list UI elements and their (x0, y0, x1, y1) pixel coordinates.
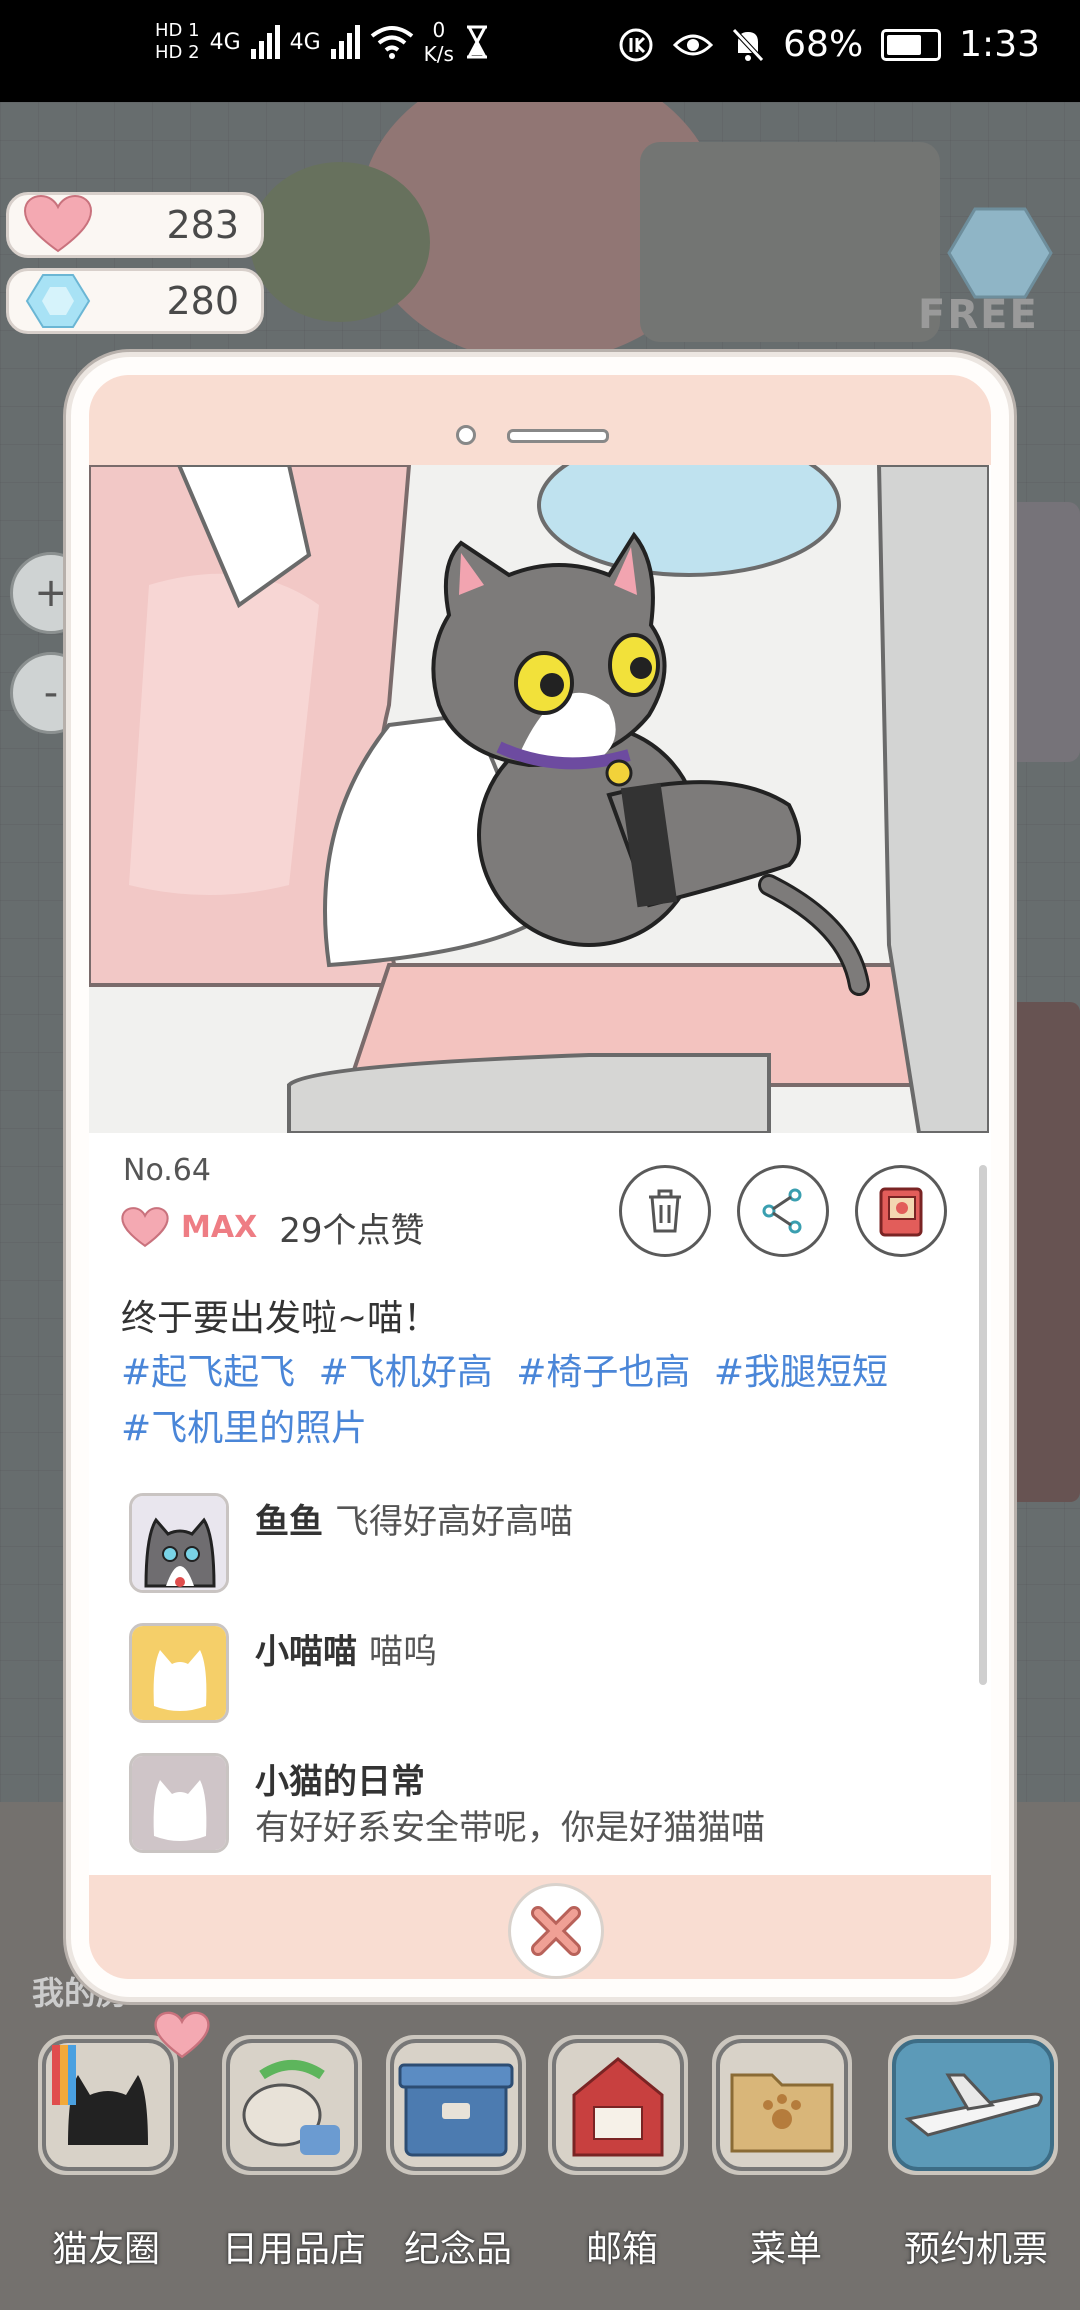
net1-label: 4G (209, 29, 241, 55)
tag-link[interactable]: #飞机里的照片 (121, 1408, 367, 1449)
album-button[interactable] (855, 1165, 947, 1257)
gems-value: 280 (166, 279, 239, 323)
heart-icon (23, 195, 93, 253)
signal-icon (250, 25, 280, 59)
like-level: MAX (181, 1210, 258, 1245)
dock-label-cat-friends[interactable]: 猫友圈 (52, 2220, 160, 2272)
system-indicators: 68% 1:33 (617, 24, 1040, 65)
comment-body: 飞得好高好高喵 (335, 1502, 573, 1542)
menu-folder-icon (716, 2039, 848, 2171)
share-button[interactable] (737, 1165, 829, 1257)
battery-icon (881, 28, 942, 61)
free-label[interactable]: FREE (918, 292, 1039, 338)
close-button[interactable] (508, 1883, 604, 1979)
post-number: No.64 (123, 1153, 211, 1188)
net-speed-value: 0 (432, 18, 446, 42)
dock-airplane[interactable] (888, 2035, 1058, 2175)
phone-top-bezel (89, 375, 991, 465)
post-tags: #起飞起飞 #飞机好高 #椅子也高 #我腿短短 #飞机里的照片 (121, 1345, 941, 1457)
net2-label: 4G (289, 29, 321, 55)
mailbox-icon (552, 2039, 684, 2171)
camera-dot (456, 425, 476, 445)
hearts-counter: 283 (6, 192, 264, 258)
likes-row: MAX 29个点赞 (121, 1203, 424, 1252)
sim-indicators: HD 1 HD 2 (155, 20, 200, 64)
post-popup: No.64 MAX 29个点赞 终于要出发啦~喵！ #起飞起飞 #飞机好高 #椅… (66, 352, 1014, 2002)
close-icon (531, 1906, 581, 1956)
dock-label-menu[interactable]: 菜单 (750, 2220, 822, 2272)
battery-percent: 68% (783, 24, 864, 65)
eye-comfort-icon (673, 34, 714, 55)
new-post-heart-icon (154, 2011, 210, 2059)
gem-icon (25, 274, 91, 328)
like-heart-icon[interactable] (121, 1206, 169, 1249)
comment-author: 鱼鱼 (255, 1502, 323, 1542)
post-screen[interactable]: No.64 MAX 29个点赞 终于要出发啦~喵！ #起飞起飞 #飞机好高 #椅… (89, 465, 991, 1875)
hourglass-icon (466, 25, 487, 59)
trash-icon (649, 1189, 681, 1233)
avatar (129, 1753, 229, 1853)
net-speed: 0 K/s (424, 18, 454, 66)
tag-link[interactable]: #飞机好高 (319, 1352, 493, 1393)
scrollbar[interactable] (979, 1165, 987, 1685)
dock-souvenir[interactable] (386, 2035, 526, 2175)
gems-counter: 280 (6, 268, 264, 334)
status-bar: HD 1 HD 2 4G 4G 0 K/s 68% 1:33 (0, 0, 1080, 102)
sim2-label: HD 2 (155, 42, 200, 63)
dock-label-shop[interactable]: 日用品店 (222, 2220, 366, 2272)
comment-text: 鱼鱼 飞得好高好高喵 (255, 1499, 573, 1545)
share-icon (762, 1188, 802, 1234)
airplane-icon (892, 2039, 1054, 2171)
souvenir-box-icon (390, 2039, 522, 2171)
mute-bell-icon (732, 27, 764, 62)
avatar (129, 1493, 229, 1593)
dock-menu[interactable] (712, 2035, 852, 2175)
post-caption: 终于要出发啦~喵！ (121, 1298, 440, 1339)
comment-item: 小猫的日常 有好好系安全带呢，你是好猫猫喵 (129, 1753, 765, 1853)
free-gem-icon[interactable] (945, 205, 1055, 301)
signal-icon-2 (330, 25, 360, 59)
wifi-icon (370, 26, 413, 59)
net-speed-unit: K/s (423, 42, 454, 66)
dock-label-airplane[interactable]: 预约机票 (904, 2220, 1048, 2272)
phone-bottom-bezel (89, 1875, 991, 1979)
dock-label-souvenir[interactable]: 纪念品 (404, 2220, 512, 2272)
sim1-label: HD 1 (155, 20, 200, 41)
tag-link[interactable]: #起飞起飞 (121, 1352, 295, 1393)
speaker-slot (507, 429, 609, 443)
comment-item: 鱼鱼 飞得好高好高喵 (129, 1493, 573, 1593)
post-photo (89, 465, 989, 1133)
cat-on-plane-illustration (89, 465, 989, 1133)
clock: 1:33 (959, 24, 1040, 65)
dock-shop[interactable] (222, 2035, 362, 2175)
comment-body: 有好好系安全带呢，你是好猫猫喵 (255, 1808, 765, 1848)
data-saver-icon (619, 28, 653, 61)
comment-item: 小喵喵 喵呜 (129, 1623, 437, 1723)
avatar (129, 1623, 229, 1723)
comment-text: 小喵喵 喵呜 (255, 1629, 437, 1675)
shop-icon (226, 2039, 358, 2171)
dock-label-mailbox[interactable]: 邮箱 (586, 2220, 658, 2272)
dock-mailbox[interactable] (548, 2035, 688, 2175)
comment-author: 小喵喵 (255, 1632, 357, 1672)
like-count: 29个点赞 (279, 1211, 425, 1251)
comment-author: 小猫的日常 (255, 1762, 425, 1802)
hearts-value: 283 (166, 203, 239, 247)
comment-body: 喵呜 (369, 1632, 437, 1672)
photo-album-icon (879, 1187, 923, 1237)
tag-link[interactable]: #椅子也高 (516, 1352, 690, 1393)
network-indicators: HD 1 HD 2 4G 4G 0 K/s (155, 18, 490, 66)
tag-link[interactable]: #我腿短短 (714, 1352, 888, 1393)
comment-text: 小猫的日常 有好好系安全带呢，你是好猫猫喵 (255, 1759, 765, 1851)
dock-cat-friends[interactable] (38, 2011, 210, 2175)
delete-button[interactable] (619, 1165, 711, 1257)
